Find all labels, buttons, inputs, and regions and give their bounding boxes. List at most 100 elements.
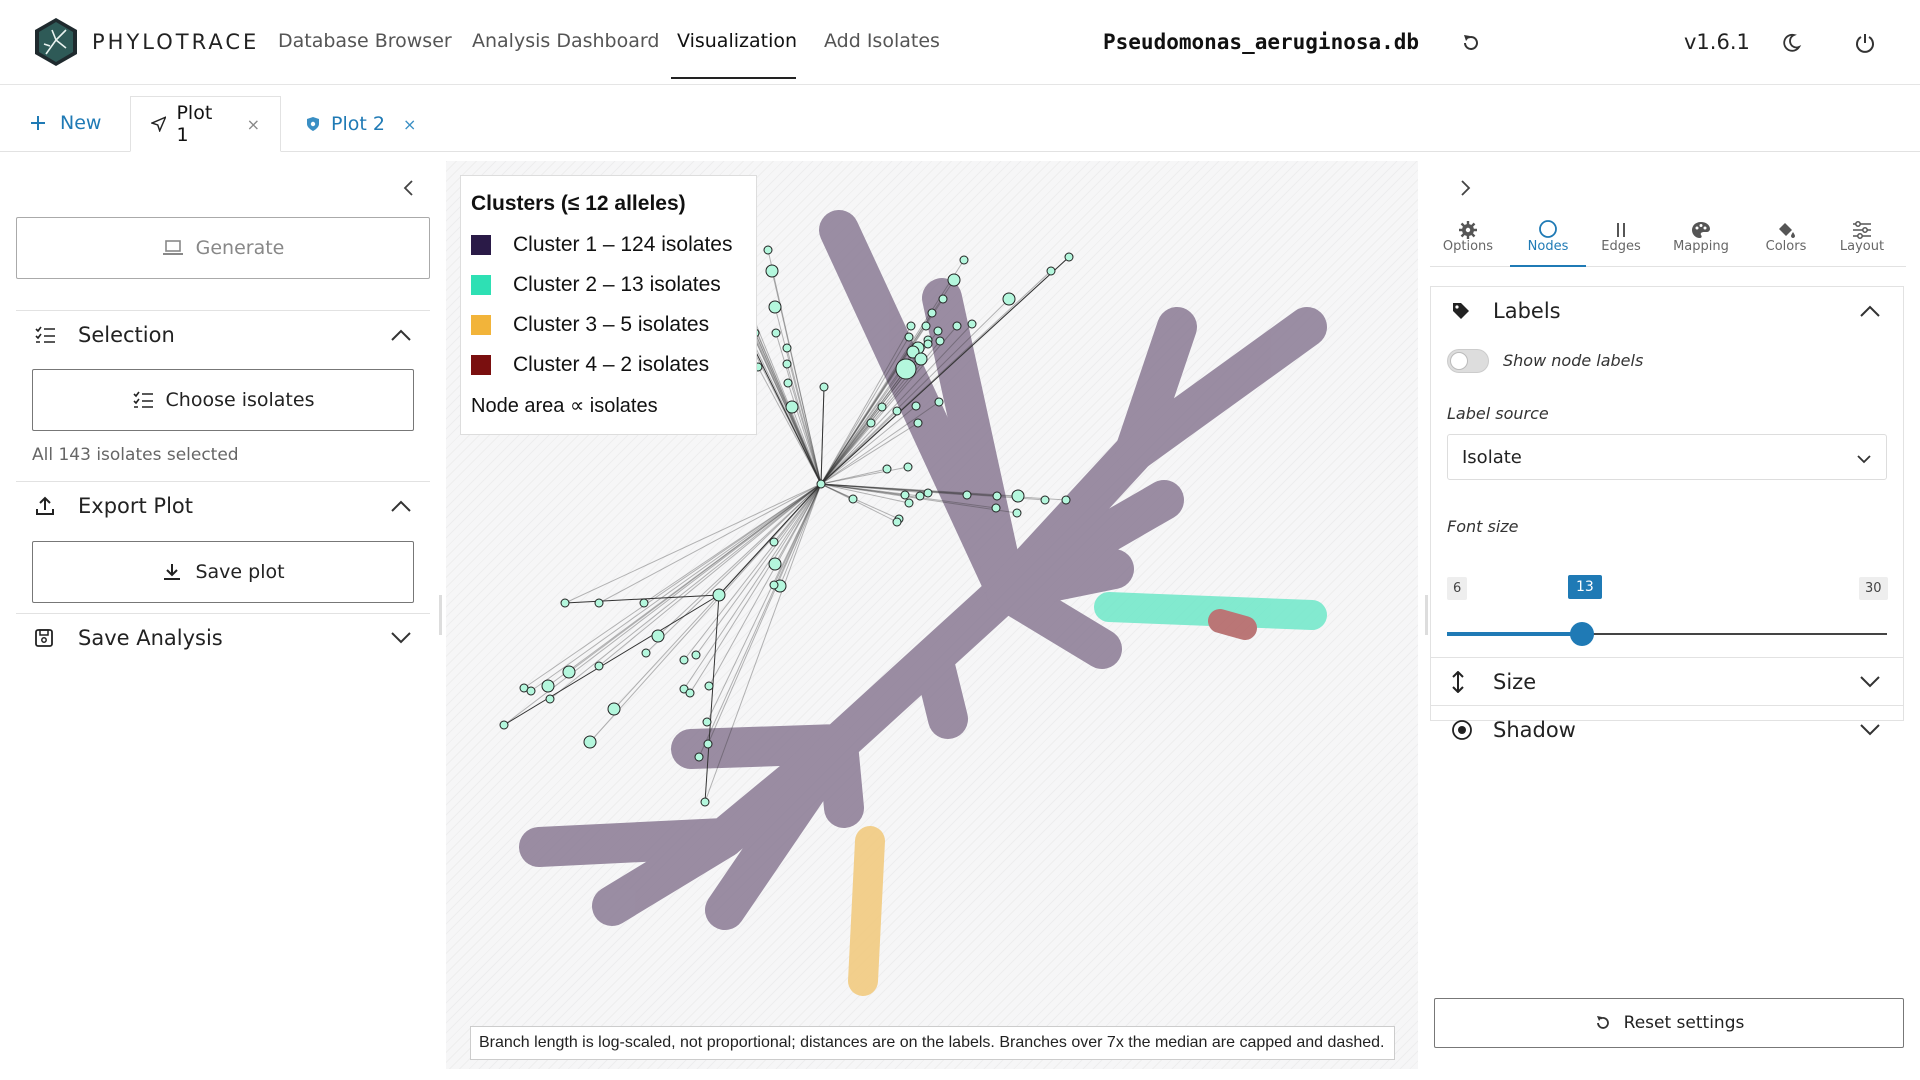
shadow-section-header[interactable]: Shadow xyxy=(1431,705,1903,742)
tree-node[interactable] xyxy=(882,464,892,474)
tree-node[interactable] xyxy=(763,245,773,255)
tree-node[interactable] xyxy=(526,686,536,696)
tree-node[interactable] xyxy=(1046,266,1056,276)
tree-node[interactable] xyxy=(892,517,902,527)
tree-node[interactable] xyxy=(1040,495,1050,505)
collapse-right-button[interactable] xyxy=(1448,171,1482,205)
power-button[interactable] xyxy=(1848,26,1882,60)
left-resize-handle[interactable] xyxy=(439,595,442,635)
nav-visualization[interactable]: Visualization xyxy=(677,30,797,52)
tree-node[interactable] xyxy=(1011,489,1025,503)
tree-node[interactable] xyxy=(685,688,695,698)
tree-node[interactable] xyxy=(560,598,570,608)
tree-node[interactable] xyxy=(900,490,910,500)
brand[interactable]: PHYLOTRACE xyxy=(32,16,259,68)
tree-node[interactable] xyxy=(877,402,887,412)
tree-node[interactable] xyxy=(921,321,931,331)
tree-node[interactable] xyxy=(866,418,876,428)
tree-node[interactable] xyxy=(952,321,962,331)
tree-node[interactable] xyxy=(934,397,944,407)
size-section-header[interactable]: Size xyxy=(1431,657,1903,705)
close-tab-plot-2[interactable]: × xyxy=(403,115,416,134)
tree-node[interactable] xyxy=(915,491,925,501)
selection-section-header[interactable]: Selection xyxy=(16,310,430,358)
tree-node[interactable] xyxy=(911,401,921,411)
export-section-header[interactable]: Export Plot xyxy=(16,481,430,529)
tree-node[interactable] xyxy=(1012,508,1022,518)
tree-node[interactable] xyxy=(927,308,937,318)
tree-node[interactable] xyxy=(914,352,928,366)
tree-node[interactable] xyxy=(947,273,961,287)
nav-add-isolates[interactable]: Add Isolates xyxy=(824,30,940,52)
tree-node[interactable] xyxy=(992,491,1002,501)
tree-node[interactable] xyxy=(1061,495,1071,505)
nav-database-browser[interactable]: Database Browser xyxy=(278,30,452,52)
tree-node[interactable] xyxy=(691,650,701,660)
label-source-select[interactable]: Isolate xyxy=(1447,434,1887,480)
tree-node[interactable] xyxy=(819,382,829,392)
tree-node[interactable] xyxy=(782,359,792,369)
tree-node[interactable] xyxy=(703,739,713,749)
tree-node[interactable] xyxy=(903,462,913,472)
tree-node[interactable] xyxy=(641,648,651,658)
tree-node[interactable] xyxy=(545,694,555,704)
tree-node[interactable] xyxy=(694,752,704,762)
tree-node[interactable] xyxy=(782,343,792,353)
new-plot-button[interactable]: New xyxy=(30,112,101,134)
tree-node[interactable] xyxy=(704,681,714,691)
tree-node[interactable] xyxy=(933,326,943,336)
tree-node[interactable] xyxy=(639,598,649,608)
tree-node[interactable] xyxy=(771,328,781,338)
tab-options[interactable]: Options xyxy=(1430,217,1506,267)
tree-node[interactable] xyxy=(904,498,914,508)
tree-node[interactable] xyxy=(892,406,902,416)
save-analysis-section-header[interactable]: Save Analysis xyxy=(16,613,430,661)
tree-node[interactable] xyxy=(702,717,712,727)
tree-node[interactable] xyxy=(651,629,665,643)
tree-node[interactable] xyxy=(904,332,914,342)
tree-node[interactable] xyxy=(785,400,799,414)
tree-node[interactable] xyxy=(769,537,779,547)
tree-node[interactable] xyxy=(583,735,597,749)
tree-node[interactable] xyxy=(765,264,779,278)
collapse-left-button[interactable] xyxy=(392,171,426,205)
reload-button[interactable] xyxy=(1454,26,1488,60)
tree-node[interactable] xyxy=(906,321,916,331)
tree-node[interactable] xyxy=(562,665,576,679)
tree-node[interactable] xyxy=(679,655,689,665)
tab-edges[interactable]: Edges xyxy=(1583,217,1659,267)
tree-node[interactable] xyxy=(594,661,604,671)
choose-isolates-button[interactable]: Choose isolates xyxy=(32,369,414,431)
tree-node[interactable] xyxy=(923,339,933,349)
tree-node[interactable] xyxy=(923,488,933,498)
tree-node[interactable] xyxy=(967,319,977,329)
save-plot-button[interactable]: Save plot xyxy=(32,541,414,603)
reset-settings-button[interactable]: Reset settings xyxy=(1434,998,1904,1048)
dark-mode-button[interactable] xyxy=(1774,26,1808,60)
close-tab-plot-1[interactable]: × xyxy=(247,115,260,134)
tree-node[interactable] xyxy=(700,797,710,807)
tab-plot-2[interactable]: Plot 2 × xyxy=(285,96,436,152)
tree-node[interactable] xyxy=(541,679,555,693)
tree-node[interactable] xyxy=(594,598,604,608)
tree-node[interactable] xyxy=(768,557,782,571)
tree-node[interactable] xyxy=(991,503,1001,513)
show-labels-toggle[interactable] xyxy=(1447,349,1489,373)
tree-node[interactable] xyxy=(848,494,858,504)
tab-colors[interactable]: Colors xyxy=(1748,217,1824,267)
font-size-thumb[interactable] xyxy=(1570,622,1594,646)
tree-node[interactable] xyxy=(499,720,509,730)
tree-node[interactable] xyxy=(938,294,948,304)
tree-node[interactable] xyxy=(1002,292,1016,306)
generate-button[interactable]: Generate xyxy=(16,217,430,279)
tab-mapping[interactable]: Mapping xyxy=(1663,217,1739,267)
tab-plot-1[interactable]: Plot 1 × xyxy=(130,96,281,152)
tab-nodes[interactable]: Nodes xyxy=(1510,217,1586,267)
tree-node[interactable] xyxy=(935,336,945,346)
tree-node[interactable] xyxy=(607,702,621,716)
tree-node[interactable] xyxy=(913,418,923,428)
nav-analysis-dashboard[interactable]: Analysis Dashboard xyxy=(472,30,659,52)
tree-node[interactable] xyxy=(768,300,782,314)
tree-node[interactable] xyxy=(895,358,917,380)
right-resize-handle[interactable] xyxy=(1425,595,1428,635)
